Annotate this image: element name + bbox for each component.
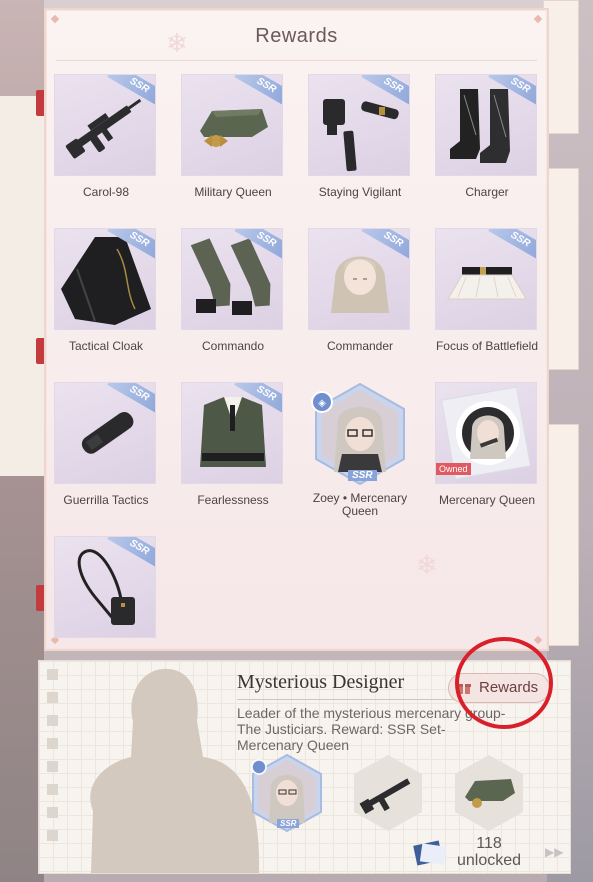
reward-label: Carol-98: [82, 185, 130, 199]
reward-label: Commando: [201, 339, 265, 353]
reward-label: Fearlessness: [197, 493, 269, 507]
reward-card: SSR: [54, 382, 156, 484]
owned-badge: Owned: [436, 463, 471, 475]
corner-ornament: [533, 14, 543, 24]
reward-item-staying-vigilant[interactable]: SSR Staying Vigilant: [308, 74, 412, 199]
next-arrow-icon[interactable]: ▶▶: [545, 845, 563, 859]
ssr-badge: SSR: [277, 819, 300, 828]
reward-item-tactical-cloak[interactable]: SSR Tactical Cloak: [54, 228, 158, 353]
unlocked-label: unlocked: [457, 852, 522, 869]
reward-card: Owned: [435, 382, 537, 484]
reward-card: SSR: [54, 74, 156, 176]
preview-cap[interactable]: [451, 753, 527, 833]
preview-character[interactable]: SSR: [249, 753, 325, 833]
svg-text:◈: ◈: [318, 398, 326, 409]
corner-ornament: [533, 635, 543, 645]
reward-label: Tactical Cloak: [68, 339, 144, 353]
reward-label: Mercenary Queen: [438, 493, 536, 507]
reward-label: Charger: [465, 185, 509, 199]
reward-label: Focus of Battlefield: [435, 339, 539, 353]
military-cap-icon: [455, 755, 523, 831]
reward-label: Zoey • Mercenary Queen: [312, 491, 408, 518]
reward-label: Guerrilla Tactics: [63, 493, 149, 507]
unlocked-count: 118: [476, 835, 502, 852]
preview-rifle[interactable]: [350, 753, 426, 833]
reward-card: SSR: [181, 382, 283, 484]
reward-card: SSR: [435, 74, 537, 176]
unlocked-counter: 118 unlocked: [457, 835, 521, 869]
character-hex-card: ◈ SSR: [308, 382, 412, 486]
highlight-circle: [455, 637, 553, 729]
snowflake-icon: ❄: [416, 550, 438, 580]
reward-item-zoey-mercenary-queen[interactable]: ◈ SSR Zoey • Mercenary Queen: [308, 382, 412, 518]
reward-item-military-queen[interactable]: SSR Military Queen: [181, 74, 285, 199]
reward-card: SSR: [54, 228, 156, 330]
reward-card: SSR: [181, 228, 283, 330]
reward-item-guerrilla-tactics[interactable]: SSR Guerrilla Tactics: [54, 382, 158, 507]
designer-name: Mysterious Designer: [237, 671, 405, 693]
reward-card: SSR: [308, 74, 410, 176]
reward-card: SSR: [54, 536, 156, 638]
reward-item-mercenary-queen[interactable]: Owned Mercenary Queen: [435, 382, 539, 507]
rewards-panel: Rewards ❄ ❄ SSR Carol-98 SSR Military Qu…: [44, 8, 549, 651]
card-stack-icon: [413, 840, 447, 866]
reward-card: SSR: [308, 228, 410, 330]
reward-item-carol-98[interactable]: SSR Carol-98: [54, 74, 158, 199]
panel-title: Rewards: [255, 25, 338, 47]
rifle-icon: [354, 755, 422, 831]
reward-label: Staying Vigilant: [318, 185, 402, 199]
reward-item-charger[interactable]: SSR Charger: [435, 74, 539, 199]
reward-label: Military Queen: [194, 185, 272, 199]
reward-item-fearlessness[interactable]: SSR Fearlessness: [181, 382, 285, 507]
panel-divider: [56, 60, 537, 61]
reward-label: Commander: [326, 339, 394, 353]
reward-item-shoulder-bag[interactable]: SSR: [54, 536, 158, 648]
background-notebook: [0, 96, 45, 476]
reward-card: SSR: [435, 228, 537, 330]
ssr-badge: SSR: [348, 470, 377, 481]
reward-card: SSR: [181, 74, 283, 176]
reward-item-commando[interactable]: SSR Commando: [181, 228, 285, 353]
snowflake-icon: ❄: [166, 28, 188, 58]
reward-item-commander[interactable]: SSR Commander: [308, 228, 412, 353]
reward-item-focus-of-battlefield[interactable]: SSR Focus of Battlefield: [435, 228, 539, 353]
corner-ornament: [50, 14, 60, 24]
binder-holes: [47, 669, 59, 853]
